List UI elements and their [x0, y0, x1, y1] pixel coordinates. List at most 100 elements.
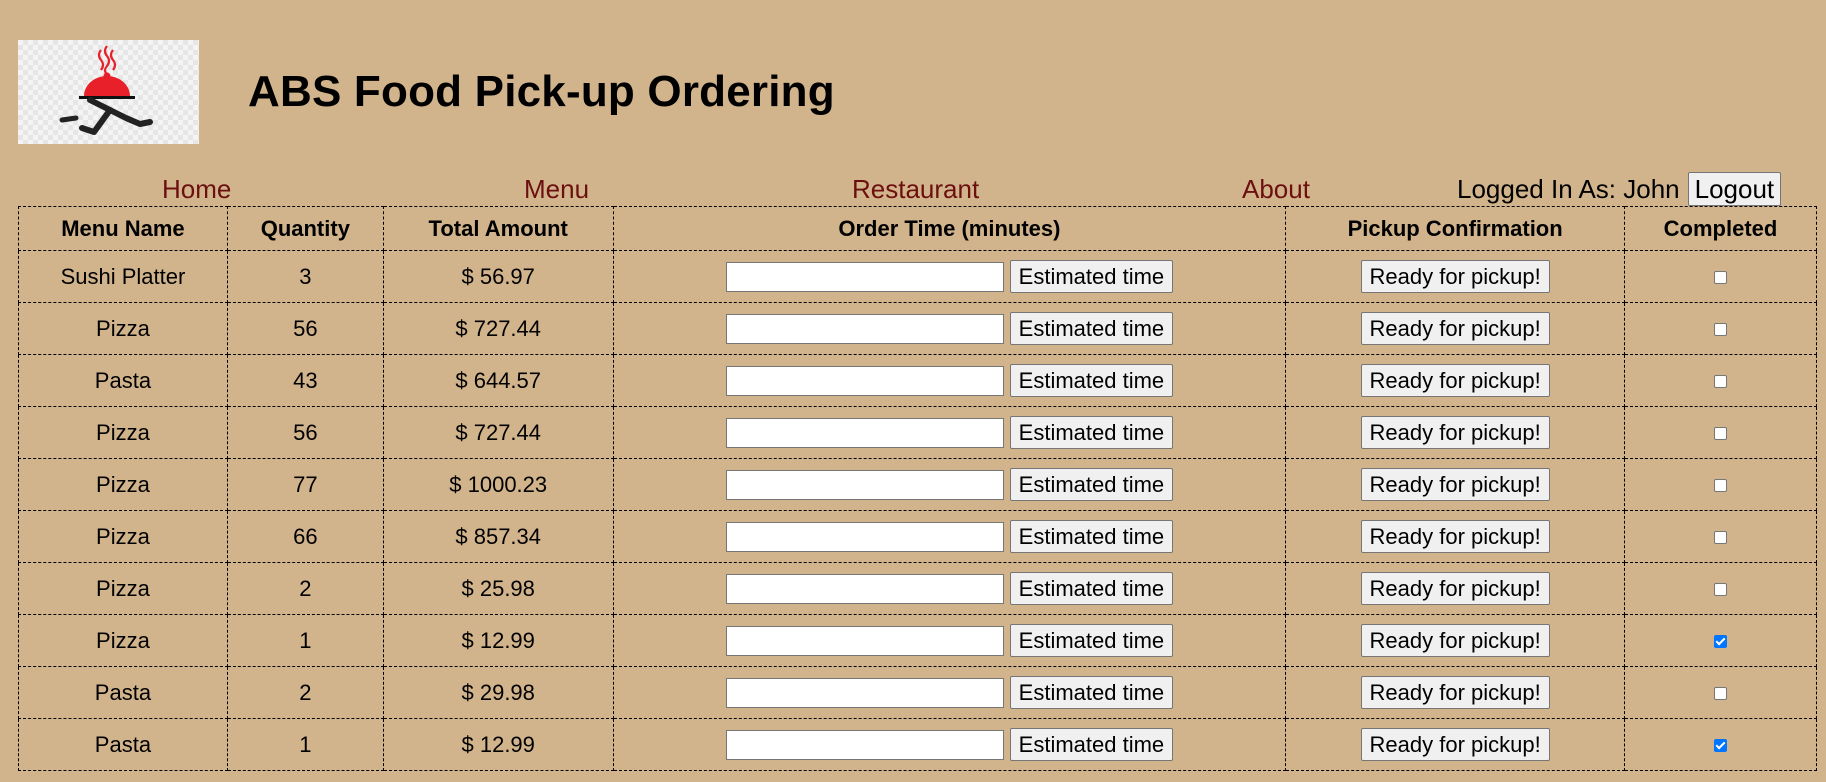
order-time-input[interactable] — [725, 469, 1004, 500]
estimated-time-button[interactable]: Estimated time — [1009, 624, 1174, 657]
nav-link-home[interactable]: Home — [162, 172, 231, 206]
cell-completed — [1624, 718, 1817, 771]
cell-total-amount: $ 56.97 — [382, 250, 614, 303]
ready-for-pickup-button[interactable]: Ready for pickup! — [1360, 364, 1550, 397]
cell-pickup-confirmation: Ready for pickup! — [1285, 458, 1626, 511]
table-row: Pizza 66 $ 857.34 Estimated time Ready for p… — [18, 510, 1817, 563]
estimated-time-button[interactable]: Estimated time — [1009, 416, 1174, 449]
cell-order-time: Estimated time — [612, 354, 1287, 407]
cell-total-amount: $ 1000.23 — [382, 458, 614, 511]
completed-checkbox[interactable] — [1714, 271, 1728, 285]
column-header-order-time: Order Time (minutes) — [612, 206, 1287, 251]
cell-total-amount: $ 727.44 — [382, 406, 614, 459]
ready-for-pickup-button[interactable]: Ready for pickup! — [1360, 520, 1550, 553]
cell-quantity: 2 — [226, 562, 384, 615]
cell-completed — [1624, 458, 1817, 511]
cell-completed — [1624, 302, 1817, 355]
completed-checkbox[interactable] — [1714, 375, 1728, 389]
order-time-input[interactable] — [725, 365, 1004, 396]
cell-menu-name: Pizza — [18, 406, 228, 459]
ready-for-pickup-button[interactable]: Ready for pickup! — [1360, 260, 1550, 293]
orders-table: Menu Name Quantity Total Amount Order Ti… — [18, 206, 1817, 771]
ready-for-pickup-button[interactable]: Ready for pickup! — [1360, 728, 1550, 761]
cell-quantity: 77 — [226, 458, 384, 511]
cell-total-amount: $ 12.99 — [382, 614, 614, 667]
cell-menu-name: Sushi Platter — [18, 250, 228, 303]
order-time-input[interactable] — [725, 417, 1004, 448]
cell-quantity: 43 — [226, 354, 384, 407]
cell-total-amount: $ 25.98 — [382, 562, 614, 615]
estimated-time-button[interactable]: Estimated time — [1009, 260, 1174, 293]
cell-menu-name: Pizza — [18, 458, 228, 511]
ready-for-pickup-button[interactable]: Ready for pickup! — [1360, 416, 1550, 449]
cell-pickup-confirmation: Ready for pickup! — [1285, 354, 1626, 407]
table-row: Pasta 43 $ 644.57 Estimated time Ready for p… — [18, 354, 1817, 407]
table-header-row: Menu Name Quantity Total Amount Order Ti… — [18, 206, 1817, 251]
cell-total-amount: $ 857.34 — [382, 510, 614, 563]
completed-checkbox[interactable] — [1714, 635, 1728, 649]
cell-order-time: Estimated time — [612, 302, 1287, 355]
table-row: Pizza 2 $ 25.98 Estimated time Ready for pic… — [18, 562, 1817, 615]
completed-checkbox[interactable] — [1714, 427, 1728, 441]
logout-button[interactable]: Logout — [1687, 172, 1782, 206]
completed-checkbox[interactable] — [1714, 687, 1728, 701]
cell-quantity: 1 — [226, 614, 384, 667]
cell-menu-name: Pizza — [18, 614, 228, 667]
table-row: Pizza 1 $ 12.99 Estimated time Ready for pic… — [18, 614, 1817, 667]
cell-quantity: 3 — [226, 250, 384, 303]
order-time-input[interactable] — [725, 261, 1004, 292]
cell-quantity: 56 — [226, 302, 384, 355]
cell-order-time: Estimated time — [612, 510, 1287, 563]
estimated-time-button[interactable]: Estimated time — [1009, 572, 1174, 605]
nav-link-restaurant[interactable]: Restaurant — [852, 172, 979, 206]
order-time-input[interactable] — [725, 313, 1004, 344]
nav-link-menu[interactable]: Menu — [524, 172, 589, 206]
completed-checkbox[interactable] — [1714, 323, 1728, 337]
cell-pickup-confirmation: Ready for pickup! — [1285, 562, 1626, 615]
cell-menu-name: Pizza — [18, 510, 228, 563]
logged-in-text: Logged In As: John — [1457, 174, 1680, 204]
cell-quantity: 1 — [226, 718, 384, 771]
order-time-input[interactable] — [725, 573, 1004, 604]
cell-completed — [1624, 250, 1817, 303]
cell-order-time: Estimated time — [612, 562, 1287, 615]
estimated-time-button[interactable]: Estimated time — [1009, 364, 1174, 397]
cell-menu-name: Pasta — [18, 718, 228, 771]
estimated-time-button[interactable]: Estimated time — [1009, 312, 1174, 345]
column-header-pickup-confirmation: Pickup Confirmation — [1285, 206, 1626, 251]
estimated-time-button[interactable]: Estimated time — [1009, 676, 1174, 709]
ready-for-pickup-button[interactable]: Ready for pickup! — [1360, 624, 1550, 657]
completed-checkbox[interactable] — [1714, 739, 1728, 753]
ready-for-pickup-button[interactable]: Ready for pickup! — [1360, 468, 1550, 501]
nav-link-about[interactable]: About — [1242, 172, 1310, 206]
order-time-input[interactable] — [725, 521, 1004, 552]
table-row: Pizza 77 $ 1000.23 Estimated time Ready for … — [18, 458, 1817, 511]
cell-completed — [1624, 562, 1817, 615]
cell-menu-name: Pasta — [18, 354, 228, 407]
table-row: Sushi Platter 3 $ 56.97 Estimated time Ready… — [18, 250, 1817, 303]
ready-for-pickup-button[interactable]: Ready for pickup! — [1360, 312, 1550, 345]
order-time-input[interactable] — [725, 625, 1004, 656]
column-header-completed: Completed — [1624, 206, 1817, 251]
page-header: ABS Food Pick-up Ordering — [18, 40, 835, 144]
ready-for-pickup-button[interactable]: Ready for pickup! — [1360, 676, 1550, 709]
completed-checkbox[interactable] — [1714, 583, 1728, 597]
completed-checkbox[interactable] — [1714, 479, 1728, 493]
cell-order-time: Estimated time — [612, 718, 1287, 771]
ready-for-pickup-button[interactable]: Ready for pickup! — [1360, 572, 1550, 605]
cell-order-time: Estimated time — [612, 614, 1287, 667]
cell-pickup-confirmation: Ready for pickup! — [1285, 718, 1626, 771]
estimated-time-button[interactable]: Estimated time — [1009, 520, 1174, 553]
order-time-input[interactable] — [725, 677, 1004, 708]
login-status: Logged In As: John Logout — [1457, 172, 1782, 206]
cell-order-time: Estimated time — [612, 406, 1287, 459]
food-delivery-logo-icon — [18, 40, 199, 144]
page-title: ABS Food Pick-up Ordering — [248, 67, 835, 116]
completed-checkbox[interactable] — [1714, 531, 1728, 545]
table-row: Pasta 2 $ 29.98 Estimated time Ready for pic… — [18, 666, 1817, 719]
cell-order-time: Estimated time — [612, 458, 1287, 511]
estimated-time-button[interactable]: Estimated time — [1009, 468, 1174, 501]
top-nav: Home Menu Restaurant About Logged In As:… — [18, 172, 1798, 206]
order-time-input[interactable] — [725, 729, 1004, 760]
estimated-time-button[interactable]: Estimated time — [1009, 728, 1174, 761]
